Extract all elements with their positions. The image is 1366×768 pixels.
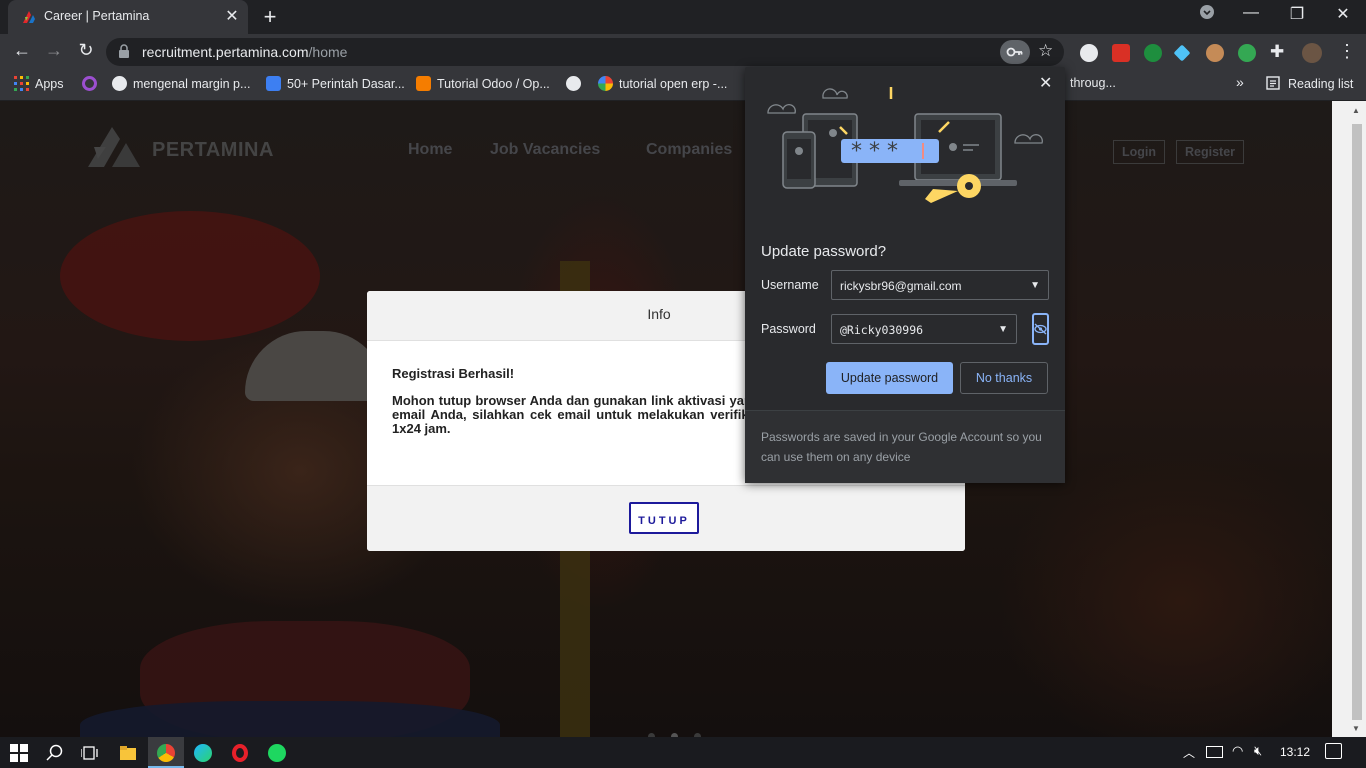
extension-planet-icon[interactable] <box>1238 44 1256 62</box>
bookmark-perintah[interactable]: 50+ Perintah Dasar... <box>266 76 405 91</box>
spotify-icon[interactable] <box>268 744 286 762</box>
bookmark-globe[interactable] <box>566 76 587 91</box>
windows-start-icon[interactable] <box>10 744 28 762</box>
wifi-icon[interactable]: ◠ <box>1232 743 1243 759</box>
new-tab-button[interactable]: + <box>258 4 282 30</box>
extensions-puzzle-icon[interactable]: ✚ <box>1270 42 1284 62</box>
minimize-icon[interactable]: — <box>1236 4 1266 22</box>
blogger-icon <box>416 76 431 91</box>
chrome-icon[interactable] <box>157 744 175 762</box>
circle-icon <box>82 76 97 91</box>
background-photo-region <box>80 701 500 737</box>
opera-icon[interactable] <box>232 744 248 762</box>
close-modal-button[interactable]: TUTUP <box>629 502 699 534</box>
register-button[interactable]: Register <box>1176 140 1245 164</box>
toggle-password-visibility-icon[interactable] <box>1032 313 1049 345</box>
bookmark-label: Apps <box>35 77 64 91</box>
modal-footer: TUTUP <box>367 485 965 551</box>
scroll-down-arrow-icon[interactable]: ▼ <box>1352 724 1360 733</box>
modal-heading: Registrasi Berhasil! <box>392 366 515 381</box>
extension-badge-icon[interactable] <box>1144 44 1162 62</box>
task-view-icon[interactable] <box>80 744 99 762</box>
tab-title: Career | Pertamina <box>44 9 150 23</box>
password-value: @Ricky030996 <box>840 323 924 337</box>
restore-icon[interactable]: ❐ <box>1282 4 1312 24</box>
no-thanks-button[interactable]: No thanks <box>960 362 1048 394</box>
bookmark-label: tutorial open erp -... <box>619 77 728 91</box>
tab-search-icon[interactable] <box>1192 4 1222 25</box>
chevron-up-icon[interactable]: ︿ <box>1183 744 1195 761</box>
update-password-button[interactable]: Update password <box>826 362 953 394</box>
bookmark-overflow[interactable]: throug... <box>1070 76 1116 90</box>
background-photo-region <box>60 211 320 341</box>
password-illustration: * * * <box>767 87 1043 203</box>
bookmark-margin[interactable]: mengenal margin p... <box>112 76 250 91</box>
site-logo-text: PERTAMINA <box>152 139 274 161</box>
password-key-icon[interactable] <box>1000 40 1030 64</box>
bookmark-label: Tutorial Odoo / Op... <box>437 77 550 91</box>
reading-list-icon <box>1266 76 1280 90</box>
bookmark-apps[interactable]: Apps <box>14 76 64 91</box>
bookmark-odoo[interactable]: Tutorial Odoo / Op... <box>416 76 550 91</box>
bubble-title: Update password? <box>761 243 887 260</box>
bookmark-label: 50+ Perintah Dasar... <box>287 77 405 91</box>
battery-icon[interactable] <box>1206 746 1223 758</box>
lock-icon <box>119 44 129 58</box>
pertamina-logo-icon <box>88 127 140 167</box>
password-label: Password <box>761 322 816 336</box>
url-host: recruitment.pertamina.com <box>142 44 309 60</box>
extension-grammarly-icon[interactable] <box>1080 44 1098 62</box>
tab-close-icon[interactable]: ✕ <box>222 6 242 26</box>
more-bookmarks-icon[interactable]: » <box>1236 74 1244 90</box>
clock-time[interactable]: 13:12 <box>1280 745 1310 759</box>
nav-job-vacancies[interactable]: Job Vacancies <box>490 141 600 159</box>
search-icon[interactable] <box>46 744 64 762</box>
menu-kebab-icon[interactable]: ⋮ <box>1338 41 1356 62</box>
bookmark-star-icon[interactable]: ☆ <box>1038 41 1053 61</box>
username-select[interactable]: rickysbr96@gmail.com ▼ <box>831 270 1049 300</box>
bookmark-circle[interactable] <box>82 76 103 91</box>
background-photo-region <box>245 331 385 401</box>
nav-companies[interactable]: Companies <box>646 141 732 159</box>
password-select[interactable]: @Ricky030996 ▼ <box>831 314 1017 344</box>
scroll-up-arrow-icon[interactable]: ▲ <box>1352 106 1360 115</box>
volume-muted-icon[interactable]: 🔇︎ <box>1254 743 1262 759</box>
extension-ublock-icon[interactable] <box>1112 44 1130 62</box>
username-label: Username <box>761 278 819 292</box>
file-explorer-icon[interactable] <box>119 744 137 762</box>
reading-list-button[interactable]: Reading list <box>1266 76 1353 91</box>
login-button[interactable]: Login <box>1113 140 1166 164</box>
chevron-down-icon: ▼ <box>1030 280 1040 291</box>
window-close-icon[interactable]: ✕ <box>1328 4 1358 24</box>
back-icon[interactable]: ← <box>10 40 34 61</box>
bubble-footer-text: Passwords are saved in your Google Accou… <box>761 430 1042 464</box>
edge-icon[interactable] <box>194 744 212 762</box>
bookmark-openerp[interactable]: tutorial open erp -... <box>598 76 727 91</box>
username-value: rickysbr96@gmail.com <box>840 279 962 293</box>
reading-list-label: Reading list <box>1288 77 1354 91</box>
chevron-down-icon: ▼ <box>998 324 1008 335</box>
forward-icon[interactable]: → <box>42 40 66 61</box>
browser-tab[interactable]: Career | Pertamina ✕ <box>8 0 248 34</box>
pertamina-favicon-icon <box>23 11 35 23</box>
wordpress-icon <box>112 76 127 91</box>
url-text: recruitment.pertamina.com/home <box>142 44 347 60</box>
profile-avatar[interactable] <box>1302 43 1322 63</box>
url-path: /home <box>308 44 348 60</box>
bubble-footer: Passwords are saved in your Google Accou… <box>745 410 1065 483</box>
bookmark-site-icon <box>266 76 281 91</box>
notifications-icon[interactable] <box>1325 743 1342 759</box>
globe-icon <box>566 76 581 91</box>
google-icon <box>598 76 613 91</box>
reload-icon[interactable]: ↻ <box>74 40 98 61</box>
address-bar[interactable]: recruitment.pertamina.com/home ☆ <box>106 38 1064 66</box>
nav-home[interactable]: Home <box>408 141 452 159</box>
update-password-bubble: ✕ * * * Update password? Username rickys… <box>745 67 1065 483</box>
scrollbar-thumb[interactable] <box>1352 124 1362 720</box>
svg-text:* * *: * * * <box>851 139 898 164</box>
apps-grid-icon <box>14 76 29 91</box>
extension-face-icon[interactable] <box>1206 44 1224 62</box>
bookmark-label: mengenal margin p... <box>133 77 251 91</box>
